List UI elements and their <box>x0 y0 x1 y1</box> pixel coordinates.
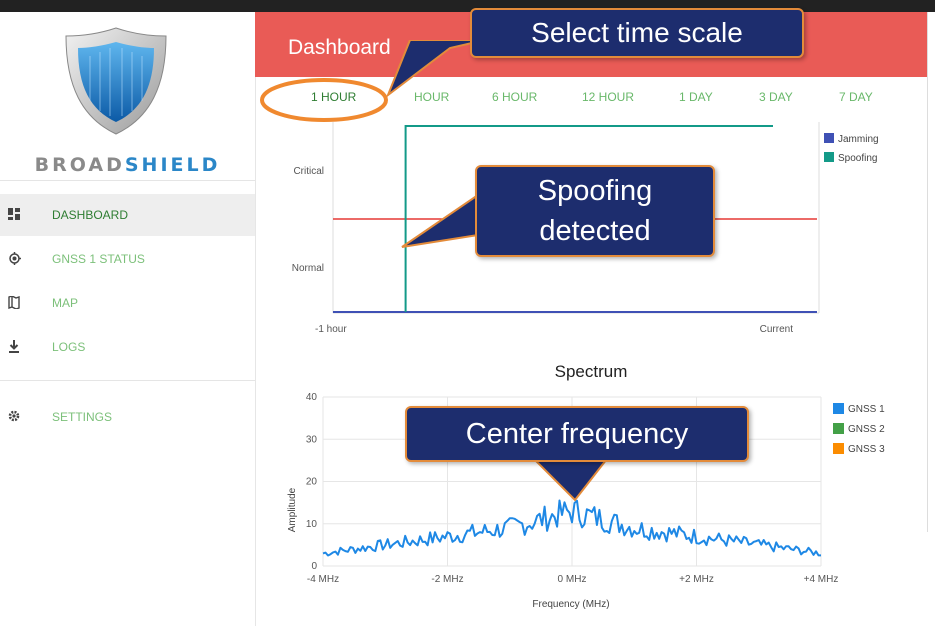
callout-spoofing-detected: Spoofing detected <box>475 165 715 257</box>
tab-12-hour[interactable]: 12 HOUR <box>582 90 634 104</box>
legend-label-jamming: Jamming <box>838 134 879 145</box>
sidebar-item-dashboard[interactable]: DASHBOARD <box>0 194 255 236</box>
y-axis-label: Amplitude <box>287 487 298 532</box>
gear-icon <box>8 410 22 424</box>
callout-center-frequency: Center frequency <box>405 406 749 462</box>
sidebar-item-gnss-1-status[interactable]: GNSS 1 STATUS <box>0 238 255 280</box>
callout-text: Center frequency <box>465 418 689 450</box>
y-tick-label: 30 <box>306 434 318 445</box>
page-title: Dashboard <box>288 36 391 59</box>
download-icon <box>8 340 22 354</box>
legend-swatch-gnss-3 <box>833 443 844 454</box>
x-axis-label: Frequency (MHz) <box>532 599 609 610</box>
dashboard-icon <box>8 208 22 222</box>
legend-label-gnss-3: GNSS 3 <box>848 444 885 455</box>
sidebar-divider <box>0 180 255 181</box>
legend-swatch-jamming <box>824 133 834 143</box>
sidebar-item-settings[interactable]: SETTINGS <box>0 396 255 438</box>
tab-3-day[interactable]: 3 DAY <box>759 90 793 104</box>
sidebar-item-label: LOGS <box>52 340 86 354</box>
sidebar-item-label: SETTINGS <box>52 410 113 424</box>
callout-text: detected <box>539 215 651 247</box>
brand-part-1: BROAD <box>34 154 125 176</box>
legend-label-spoofing: Spoofing <box>838 153 877 164</box>
y-tick-label: 10 <box>306 519 318 530</box>
sidebar-item-label: GNSS 1 STATUS <box>52 252 145 266</box>
legend-swatch-spoofing <box>824 152 834 162</box>
center-freq-callout-pointer <box>528 455 612 502</box>
sidebar-divider <box>0 380 255 381</box>
legend-label-gnss-2: GNSS 2 <box>848 424 885 435</box>
y-tick-label-critical: Critical <box>293 166 324 177</box>
callout-text: Spoofing <box>537 175 653 207</box>
legend-swatch-gnss-1 <box>833 403 844 414</box>
y-tick-label-normal: Normal <box>292 263 324 274</box>
x-tick-label: +2 MHz <box>679 574 714 585</box>
x-tick-label-start: -1 hour <box>315 324 347 335</box>
legend-swatch-gnss-2 <box>833 423 844 434</box>
sidebar-item-map[interactable]: MAP <box>0 282 255 324</box>
sidebar-item-logs[interactable]: LOGS <box>0 326 255 368</box>
sidebar-item-label: MAP <box>52 296 79 310</box>
brand-wordmark: BROADSHIELD <box>0 154 255 176</box>
map-icon <box>8 295 22 310</box>
tab-1-day[interactable]: 1 DAY <box>679 90 713 104</box>
x-tick-label-end: Current <box>760 324 794 335</box>
brand-part-2: SHIELD <box>124 154 221 176</box>
spectrum-title: Spectrum <box>555 362 628 381</box>
legend-label-gnss-1: GNSS 1 <box>848 404 885 415</box>
callout-text: Select time scale <box>531 17 743 48</box>
x-tick-label: -4 MHz <box>307 574 339 585</box>
y-tick-label: 40 <box>306 392 318 403</box>
x-tick-label: 0 MHz <box>558 574 587 585</box>
satellite-icon <box>8 252 22 266</box>
broadshield-logo <box>65 27 167 135</box>
sidebar-item-label: DASHBOARD <box>52 208 129 222</box>
sidebar: BROADSHIELD DASHBOARD GNSS 1 STATUS MAP … <box>0 12 256 626</box>
y-tick-label: 20 <box>306 477 318 488</box>
x-tick-label: -2 MHz <box>431 574 463 585</box>
y-tick-label: 0 <box>311 561 317 572</box>
tab-7-day[interactable]: 7 DAY <box>839 90 873 104</box>
callout-select-time-scale: Select time scale <box>470 8 804 58</box>
x-tick-label: +4 MHz <box>804 574 839 585</box>
